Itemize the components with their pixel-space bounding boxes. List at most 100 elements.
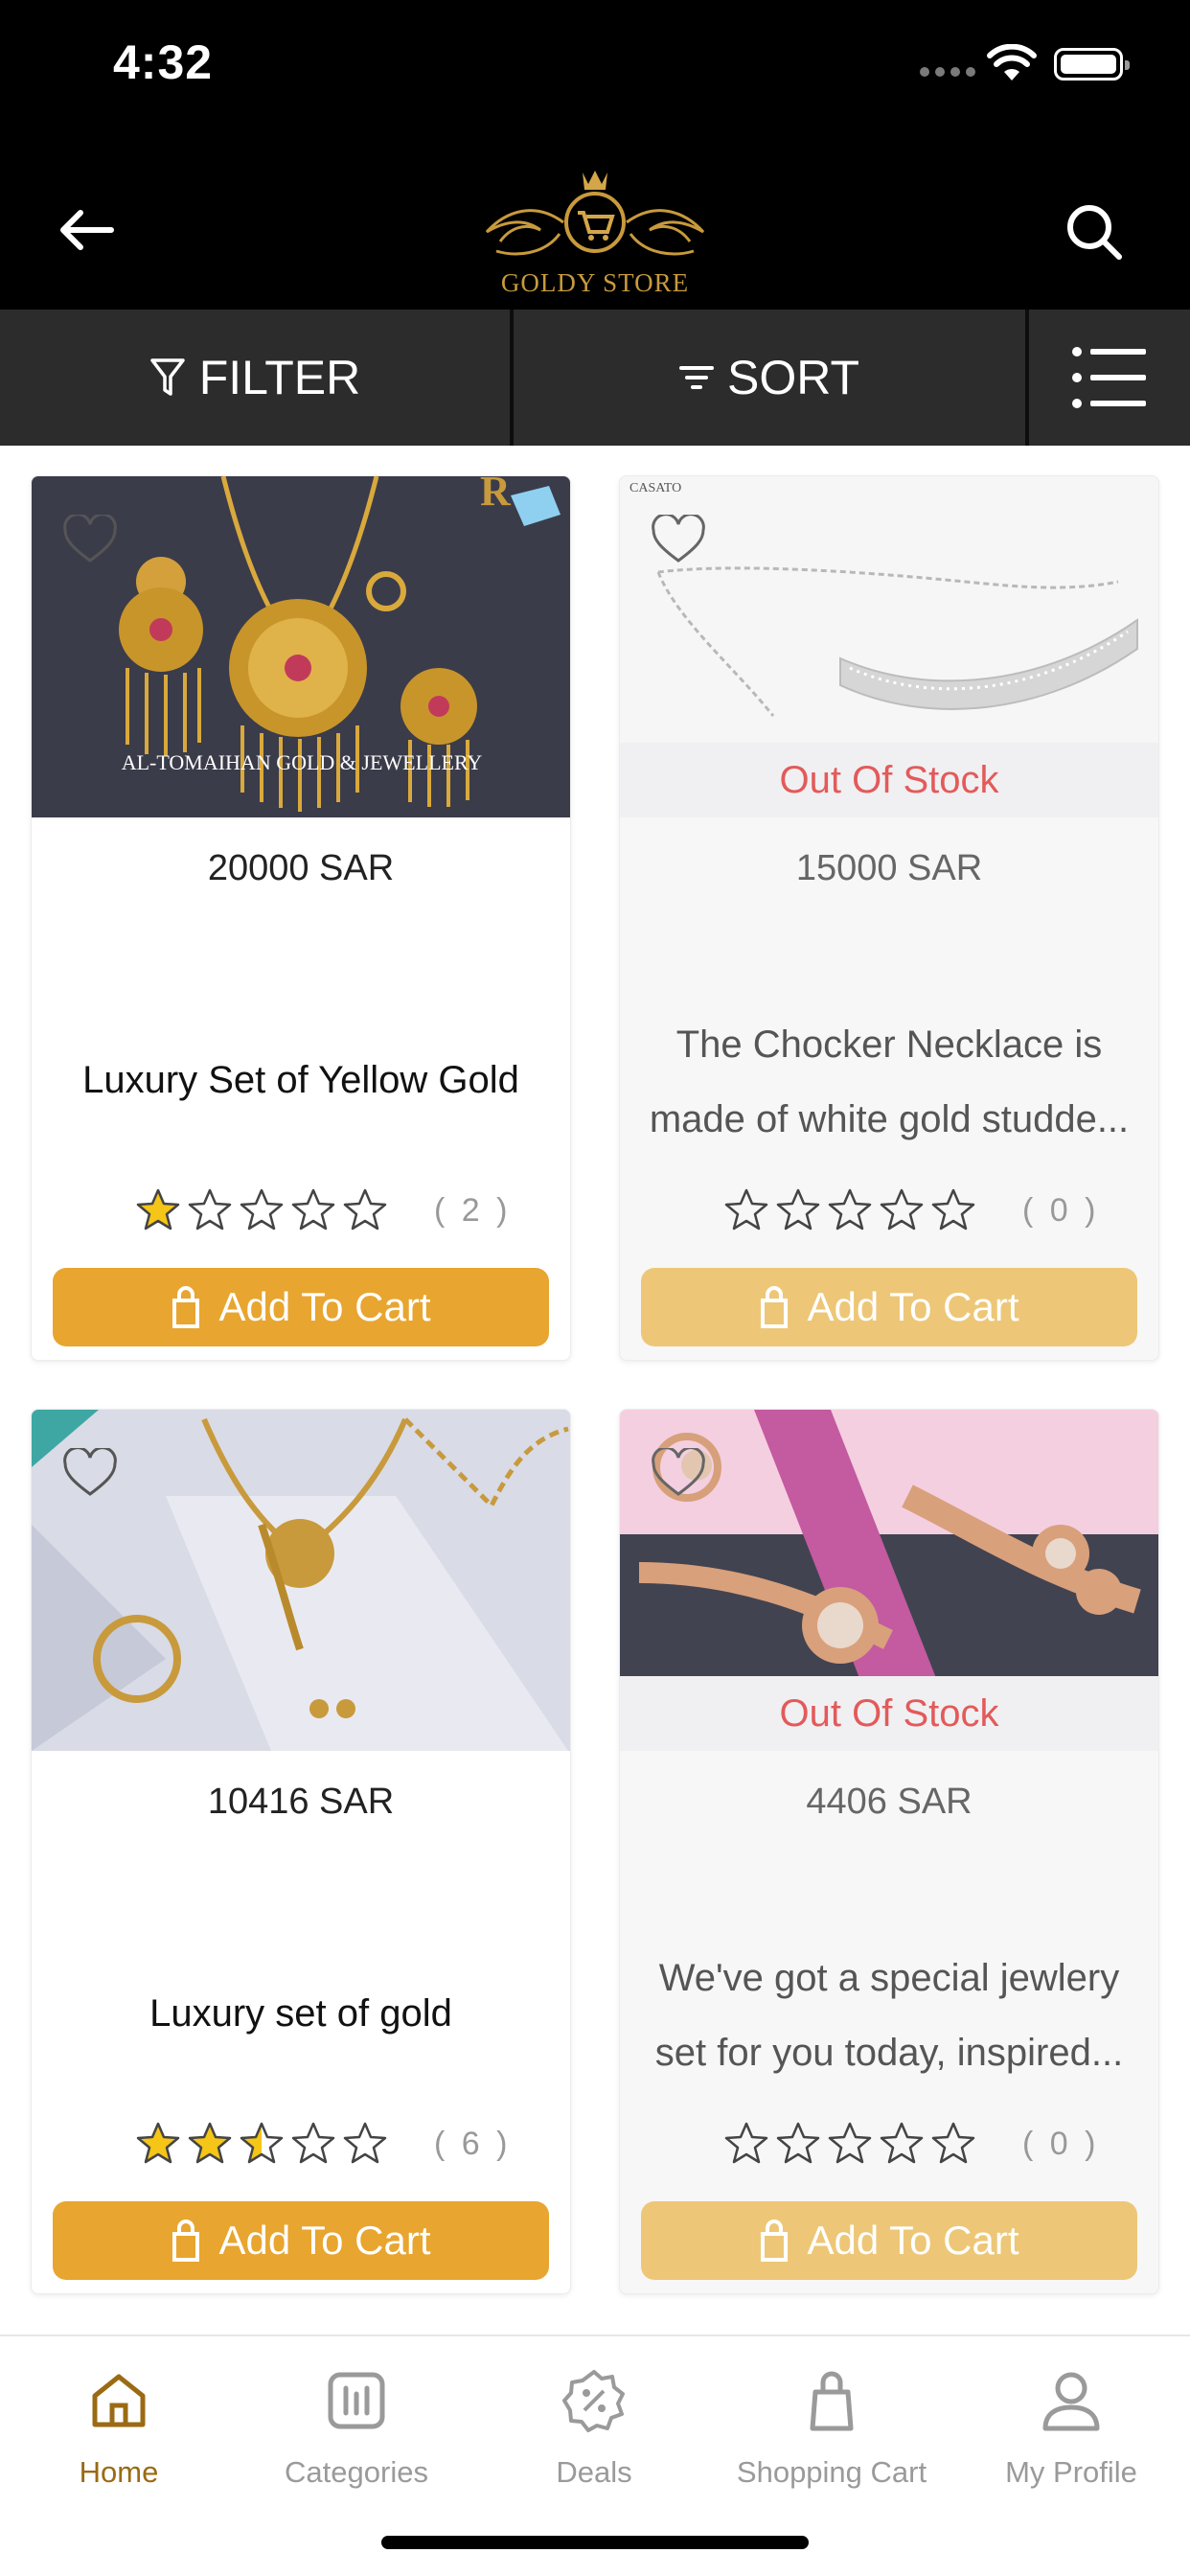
deals-icon [562, 2370, 625, 2432]
product-card[interactable]: R AL-TOMAIHAN GOLD & JEWELLERY 20000 SAR… [31, 475, 571, 1361]
home-indicator[interactable] [381, 2536, 809, 2549]
star-empty-icon [828, 2122, 872, 2164]
wishlist-heart-icon[interactable] [651, 1448, 706, 1498]
wifi-icon [987, 44, 1037, 80]
store-logo: GOLDY STORE [468, 163, 722, 302]
shopping-bag-icon [761, 2220, 789, 2262]
product-rating: ( 2 ) [135, 1187, 511, 1233]
view-toggle-button[interactable] [1029, 310, 1190, 446]
filter-label: FILTER [198, 351, 361, 404]
nav-my-profile[interactable]: My Profile [952, 2367, 1190, 2490]
add-to-cart-label: Add To Cart [218, 2218, 431, 2263]
sort-label: SORT [727, 351, 859, 404]
list-view-icon [1072, 347, 1146, 408]
rating-count: ( 0 ) [1022, 1191, 1100, 1229]
star-empty-icon [291, 1188, 335, 1230]
search-button[interactable] [1064, 201, 1125, 263]
star-filled-icon [136, 1188, 180, 1230]
svg-text:AL-TOMAIHAN GOLD & JEWELLERY: AL-TOMAIHAN GOLD & JEWELLERY [122, 750, 483, 774]
nav-home[interactable]: Home [0, 2367, 238, 2490]
add-to-cart-button[interactable]: Add To Cart [53, 2201, 549, 2280]
star-empty-icon [828, 1188, 872, 1230]
svg-text:CASATO: CASATO [629, 481, 681, 495]
star-empty-icon [343, 1188, 387, 1230]
store-name: GOLDY STORE [500, 268, 690, 297]
categories-icon [328, 2372, 385, 2429]
product-card[interactable]: Out Of Stock 4406 SAR We've got a specia… [619, 1409, 1159, 2294]
filter-icon [149, 358, 185, 396]
star-empty-icon [931, 2122, 975, 2164]
product-name[interactable]: Luxury set of gold [49, 1989, 553, 2038]
shopping-bag-icon [761, 1286, 789, 1328]
star-empty-icon [880, 1188, 924, 1230]
status-time: 4:32 [113, 35, 214, 89]
crown-cart-emblem [485, 171, 705, 256]
product-card[interactable]: CASATO Out Of Stock 15000 SAR The Chocke… [619, 475, 1159, 1361]
home-icon [92, 2374, 146, 2427]
star-filled-icon [136, 2122, 180, 2164]
back-button[interactable] [57, 203, 125, 257]
nav-my-profile-label: My Profile [1005, 2455, 1137, 2489]
star-empty-icon [776, 1188, 820, 1230]
nav-deals[interactable]: Deals [475, 2367, 713, 2490]
product-name[interactable]: The Chocker Necklace is made of white go… [641, 1007, 1137, 1157]
star-filled-icon [188, 2122, 232, 2164]
svg-text:R: R [480, 476, 512, 515]
nav-categories[interactable]: Categories [238, 2367, 475, 2490]
filter-sort-bar: FILTER SORT [0, 310, 1190, 446]
star-empty-icon [931, 1188, 975, 1230]
product-name[interactable]: Luxury Set of Yellow Gold [49, 1055, 553, 1105]
rating-count: ( 6 ) [434, 2125, 512, 2162]
profile-icon [1042, 2372, 1100, 2431]
rating-count: ( 2 ) [434, 1191, 512, 1229]
battery-icon [1054, 48, 1130, 80]
star-half-icon [240, 2122, 284, 2164]
star-empty-icon [724, 1188, 768, 1230]
shopping-bag-icon [810, 2371, 854, 2431]
product-rating: ( 6 ) [135, 2121, 511, 2167]
star-empty-icon [724, 2122, 768, 2164]
add-to-cart-label: Add To Cart [807, 2218, 1019, 2263]
star-rating [723, 2121, 976, 2167]
star-empty-icon [240, 1188, 284, 1230]
add-to-cart-button[interactable]: Add To Cart [53, 1268, 549, 1346]
nav-categories-label: Categories [285, 2455, 428, 2489]
product-price: 4406 SAR [806, 1782, 973, 1822]
product-rating: ( 0 ) [723, 1187, 1099, 1233]
wishlist-heart-icon[interactable] [651, 515, 706, 564]
add-to-cart-label: Add To Cart [218, 1284, 431, 1329]
out-of-stock-label: Out Of Stock [620, 1676, 1158, 1751]
nav-shopping-cart-label: Shopping Cart [736, 2455, 927, 2489]
sort-button[interactable]: SORT [514, 310, 1029, 446]
wishlist-heart-icon[interactable] [62, 515, 118, 564]
shopping-bag-icon [172, 2220, 200, 2262]
product-price: 10416 SAR [207, 1782, 395, 1822]
nav-shopping-cart[interactable]: Shopping Cart [713, 2367, 950, 2490]
rating-count: ( 0 ) [1022, 2125, 1100, 2162]
star-empty-icon [776, 2122, 820, 2164]
filter-button[interactable]: FILTER [0, 310, 514, 446]
product-price: 20000 SAR [207, 848, 395, 888]
star-empty-icon [343, 2122, 387, 2164]
app-header: 4:32 GOLDY STORE [0, 0, 1190, 310]
nav-home-label: Home [79, 2455, 159, 2489]
add-to-cart-label: Add To Cart [807, 1284, 1019, 1329]
arrow-left-icon [60, 210, 114, 250]
add-to-cart-button[interactable]: Add To Cart [641, 1268, 1137, 1346]
sort-icon [679, 366, 714, 389]
star-rating [135, 1187, 388, 1233]
star-rating [723, 1187, 976, 1233]
star-empty-icon [188, 1188, 232, 1230]
product-rating: ( 0 ) [723, 2121, 1099, 2167]
wishlist-heart-icon[interactable] [62, 1448, 118, 1498]
search-icon [1067, 205, 1122, 260]
product-name[interactable]: We've got a special jewlery set for you … [641, 1941, 1137, 2090]
nav-deals-label: Deals [556, 2455, 632, 2489]
add-to-cart-button[interactable]: Add To Cart [641, 2201, 1137, 2280]
star-empty-icon [291, 2122, 335, 2164]
star-empty-icon [880, 2122, 924, 2164]
product-card[interactable]: 10416 SAR Luxury set of gold ( 6 ) Add T… [31, 1409, 571, 2294]
shopping-bag-icon [172, 1286, 200, 1328]
out-of-stock-label: Out Of Stock [620, 743, 1158, 817]
cellular-signal-icon [920, 67, 975, 77]
